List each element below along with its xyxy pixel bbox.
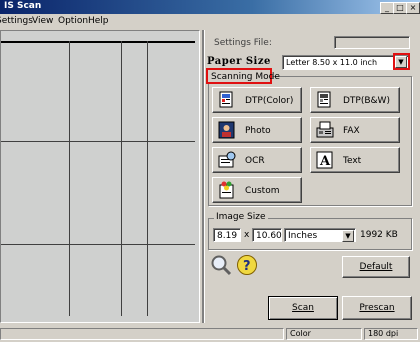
- paper-size-select[interactable]: Letter 8.50 x 11.0 inch: [282, 55, 410, 70]
- unit-value: Inches: [288, 231, 318, 241]
- preview-pane[interactable]: [0, 30, 200, 323]
- title-bar: [0, 0, 420, 14]
- minimize-button[interactable]: _: [380, 2, 394, 14]
- fax-icon: [316, 121, 334, 138]
- scanning-mode-label: Scanning Mode: [211, 72, 280, 82]
- custom-button[interactable]: Custom: [212, 177, 302, 203]
- preview-top-edge: [1, 41, 195, 43]
- unit-select[interactable]: Inches ▼: [284, 228, 356, 242]
- custom-icon: [219, 181, 234, 199]
- dtp-color-icon: [219, 91, 233, 108]
- image-size-label: Image Size: [214, 212, 268, 222]
- zoom-icon[interactable]: [210, 254, 232, 276]
- status-bar: Color 180 dpi: [0, 326, 420, 342]
- menu-settings[interactable]: Settings: [0, 16, 33, 26]
- paper-size-label: Paper Size: [207, 56, 271, 67]
- photo-button[interactable]: Photo: [212, 117, 302, 143]
- close-button[interactable]: ×: [406, 2, 420, 14]
- maximize-button[interactable]: □: [393, 2, 407, 14]
- menu-option[interactable]: Option: [58, 16, 88, 26]
- photo-icon: [218, 121, 235, 139]
- status-resolution: 180 dpi: [364, 328, 418, 340]
- dtp-bw-icon: [317, 91, 331, 108]
- image-width-field[interactable]: 8.19: [213, 228, 241, 242]
- image-height-value: 10.60: [256, 231, 282, 241]
- svg-text:?: ?: [243, 259, 251, 274]
- text-button[interactable]: A Text: [310, 147, 400, 173]
- pane-divider[interactable]: [202, 30, 205, 323]
- image-file-size: 1992 KB: [360, 230, 398, 240]
- default-button-label: Default: [359, 262, 393, 272]
- dtp-bw-button[interactable]: DTP(B&W): [310, 87, 400, 113]
- preview-grid-line: [1, 141, 195, 142]
- menu-view[interactable]: View: [32, 16, 53, 26]
- prescan-button-label: Prescan: [359, 303, 395, 313]
- scanning-mode-highlight: Scanning Mode: [206, 68, 280, 84]
- preview-grid-line: [1, 244, 195, 245]
- text-label: Text: [343, 156, 362, 166]
- help-icon[interactable]: ?: [236, 254, 258, 276]
- image-height-field[interactable]: 10.60: [252, 228, 282, 242]
- scan-button-label: Scan: [292, 303, 314, 313]
- preview-grid-line: [121, 41, 122, 316]
- custom-label: Custom: [245, 186, 280, 196]
- paper-size-value: Letter 8.50 x 11.0 inch: [286, 58, 378, 67]
- ocr-icon: [218, 151, 236, 168]
- chevron-down-icon[interactable]: ▼: [342, 230, 354, 242]
- default-button[interactable]: Default: [342, 256, 410, 278]
- ocr-button[interactable]: OCR: [212, 147, 302, 173]
- fax-label: FAX: [343, 126, 360, 136]
- scan-button[interactable]: Scan: [268, 296, 338, 320]
- photo-label: Photo: [245, 126, 271, 136]
- chevron-down-icon[interactable]: ▼: [395, 56, 407, 68]
- settings-file-label: Settings File:: [214, 38, 272, 48]
- ocr-label: OCR: [245, 156, 265, 166]
- dtp-bw-label: DTP(B&W): [343, 96, 390, 106]
- dtp-color-label: DTP(Color): [245, 96, 294, 106]
- text-icon: A: [316, 151, 333, 169]
- image-width-value: 8.19: [217, 231, 238, 241]
- status-color-mode: Color: [286, 328, 362, 340]
- menu-help[interactable]: Help: [88, 16, 109, 26]
- dtp-color-button[interactable]: DTP(Color): [212, 87, 302, 113]
- dimension-separator: x: [244, 230, 250, 240]
- preview-grid-line: [147, 41, 148, 316]
- fax-button[interactable]: FAX: [310, 117, 400, 143]
- status-cell-empty: [0, 328, 284, 340]
- preview-grid-line: [69, 41, 70, 316]
- prescan-button[interactable]: Prescan: [342, 296, 412, 320]
- window-title: IS Scan: [4, 1, 42, 11]
- settings-file-field[interactable]: [334, 36, 410, 49]
- svg-text:A: A: [319, 154, 331, 169]
